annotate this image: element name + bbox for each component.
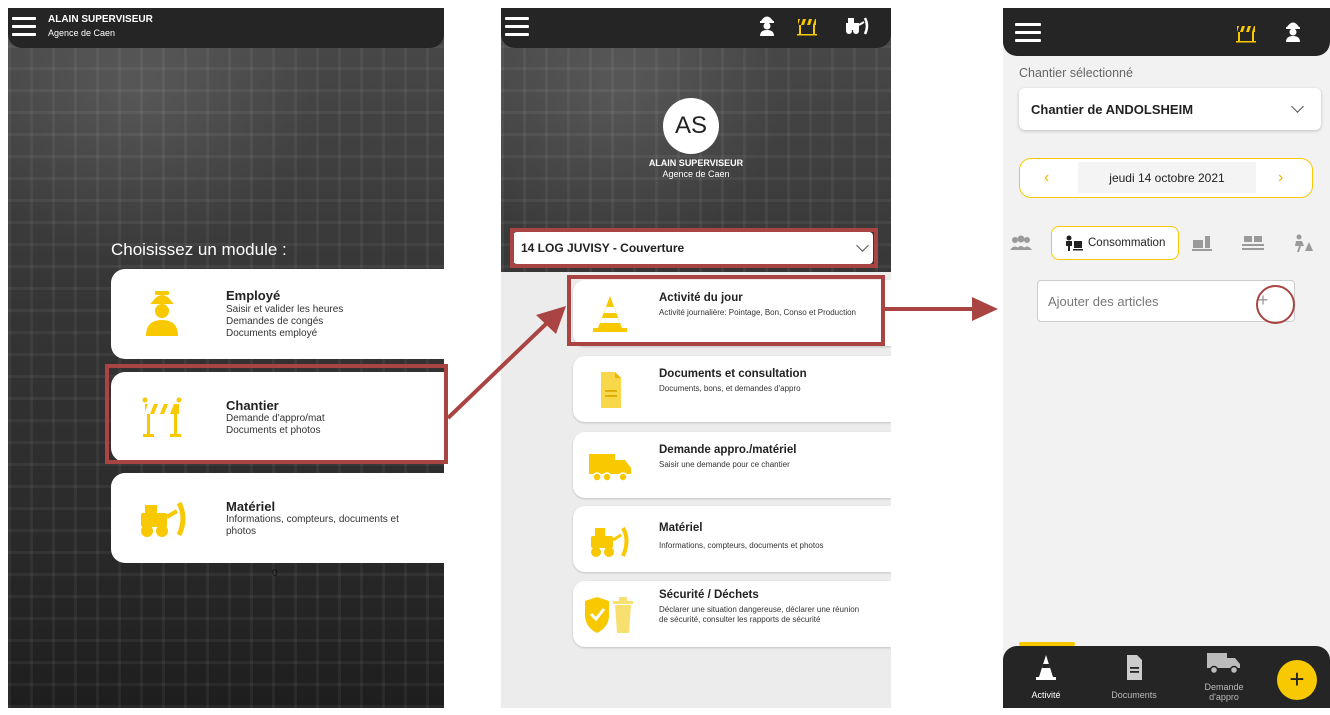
nav-demande-appro[interactable]: Demande d'appro	[1189, 650, 1259, 702]
module-card-employe[interactable]: Employé Saisir et valider les heures Dem…	[111, 269, 444, 359]
cone-icon	[1036, 655, 1056, 680]
card-title: Documents et consultation	[659, 368, 807, 380]
document-icon	[1127, 655, 1142, 680]
module-desc-line: photos	[226, 526, 257, 537]
screen-chantier-home: AS ALAIN SUPERVISEUR Agence de Caen 14 L…	[501, 8, 891, 708]
top-bar: ALAIN SUPERVISEUR Agence de Caen	[8, 8, 444, 48]
arrow-head-2	[972, 297, 998, 321]
module-card-materiel[interactable]: Matériel Informations, compteurs, docume…	[111, 473, 444, 563]
module-title: Matériel	[226, 499, 276, 514]
truck-icon	[1207, 653, 1240, 675]
menu-icon[interactable]	[12, 17, 36, 36]
menu-icon[interactable]	[1015, 23, 1041, 42]
nav-label: Documents	[1111, 690, 1157, 700]
highlight-activite-card	[567, 275, 885, 346]
card-title: Matériel	[659, 522, 703, 534]
screen-activite-consommation: Chantier sélectionné Chantier de ANDOLSH…	[1003, 8, 1330, 708]
highlight-chantier-select	[510, 228, 878, 268]
user-name: ALAIN SUPERVISEUR	[48, 14, 153, 25]
module-desc-line: Informations, compteurs, documents et	[226, 514, 399, 525]
user-name: ALAIN SUPERVISEUR	[648, 158, 744, 168]
module-desc-line: Documents employé	[226, 328, 318, 339]
highlight-add-button	[1256, 285, 1295, 324]
date-navigator: ‹ › jeudi 14 octobre 2021	[1019, 158, 1313, 198]
module-desc-line: Saisir et valider les heures	[226, 304, 344, 315]
barrier-icon[interactable]	[1233, 21, 1259, 43]
worker-icon[interactable]	[757, 14, 777, 36]
chantier-select-value: Chantier de ANDOLSHEIM	[1031, 102, 1194, 117]
chantier-selected-label: Chantier sélectionné	[1019, 66, 1133, 80]
avatar[interactable]: AS	[663, 98, 719, 154]
nav-label: Activité	[1031, 690, 1061, 700]
module-desc-line: Demandes de congés	[226, 316, 324, 327]
chevron-down-icon	[1291, 100, 1304, 113]
card-desc: Documents, bons, et demandes d'appro	[659, 384, 801, 393]
nav-activite[interactable]: Activité	[1011, 654, 1081, 700]
bulldozer-icon	[141, 501, 186, 537]
delivery-icon[interactable]	[1191, 234, 1215, 252]
tab-label: Consommation	[1088, 237, 1166, 249]
card-desc: Informations, compteurs, documents et ph…	[659, 541, 824, 550]
worker-carry-icon	[1066, 235, 1083, 251]
current-date: jeudi 14 octobre 2021	[1109, 171, 1225, 185]
stray-text: 0	[272, 568, 278, 579]
barrier-icon[interactable]	[795, 14, 819, 36]
card-demande-appro[interactable]: Demande appro./matériel Saisir une deman…	[573, 432, 891, 498]
chantier-select[interactable]: Chantier de ANDOLSHEIM	[1019, 88, 1321, 130]
card-documents[interactable]: Documents et consultation Documents, bon…	[573, 356, 891, 422]
card-materiel[interactable]: Matériel Informations, compteurs, docume…	[573, 506, 891, 572]
safety-icon	[585, 597, 633, 633]
active-indicator	[1019, 642, 1075, 646]
add-articles-placeholder: Ajouter des articles	[1048, 294, 1159, 309]
top-bar	[501, 8, 891, 48]
nav-documents[interactable]: Documents	[1099, 654, 1169, 700]
activity-tabs: Consommation	[1003, 226, 1330, 262]
bulldozer-icon[interactable]	[843, 15, 871, 35]
card-desc: Saisir une demande pour ce chantier	[659, 460, 790, 469]
production-icon[interactable]	[1291, 234, 1315, 252]
card-desc: Déclarer une situation dangereuse, décla…	[659, 605, 860, 624]
top-bar	[1003, 8, 1330, 56]
user-agency: Agence de Caen	[48, 28, 116, 38]
worker-icon	[146, 291, 178, 336]
choose-module-title: Choisissez un module :	[111, 240, 287, 259]
user-agency: Agence de Caen	[662, 169, 730, 179]
next-day-button[interactable]: ›	[1278, 169, 1283, 187]
team-icon[interactable]	[1009, 234, 1033, 252]
menu-icon[interactable]	[505, 17, 529, 36]
card-securite-dechets[interactable]: Sécurité / Déchets Déclarer une situatio…	[573, 581, 891, 647]
tab-consommation[interactable]: Consommation	[1051, 226, 1179, 260]
add-fab-button[interactable]: +	[1277, 660, 1317, 700]
nav-label: Demande d'appro	[1204, 682, 1244, 702]
highlight-chantier-card	[105, 364, 448, 464]
document-icon	[601, 372, 621, 408]
card-title: Sécurité / Déchets	[659, 589, 759, 601]
worker-icon[interactable]	[1283, 20, 1303, 42]
card-title: Demande appro./matériel	[659, 444, 797, 456]
truck-icon	[589, 454, 631, 482]
module-title: Employé	[226, 288, 281, 303]
screen-module-selection: ALAIN SUPERVISEUR Agence de Caen Choisis…	[8, 8, 444, 708]
bottom-nav: Activité Documents Demande d'appro +	[1003, 642, 1330, 708]
pallet-icon[interactable]	[1241, 234, 1265, 252]
prev-day-button[interactable]: ‹	[1044, 169, 1049, 187]
bulldozer-icon	[591, 526, 629, 557]
